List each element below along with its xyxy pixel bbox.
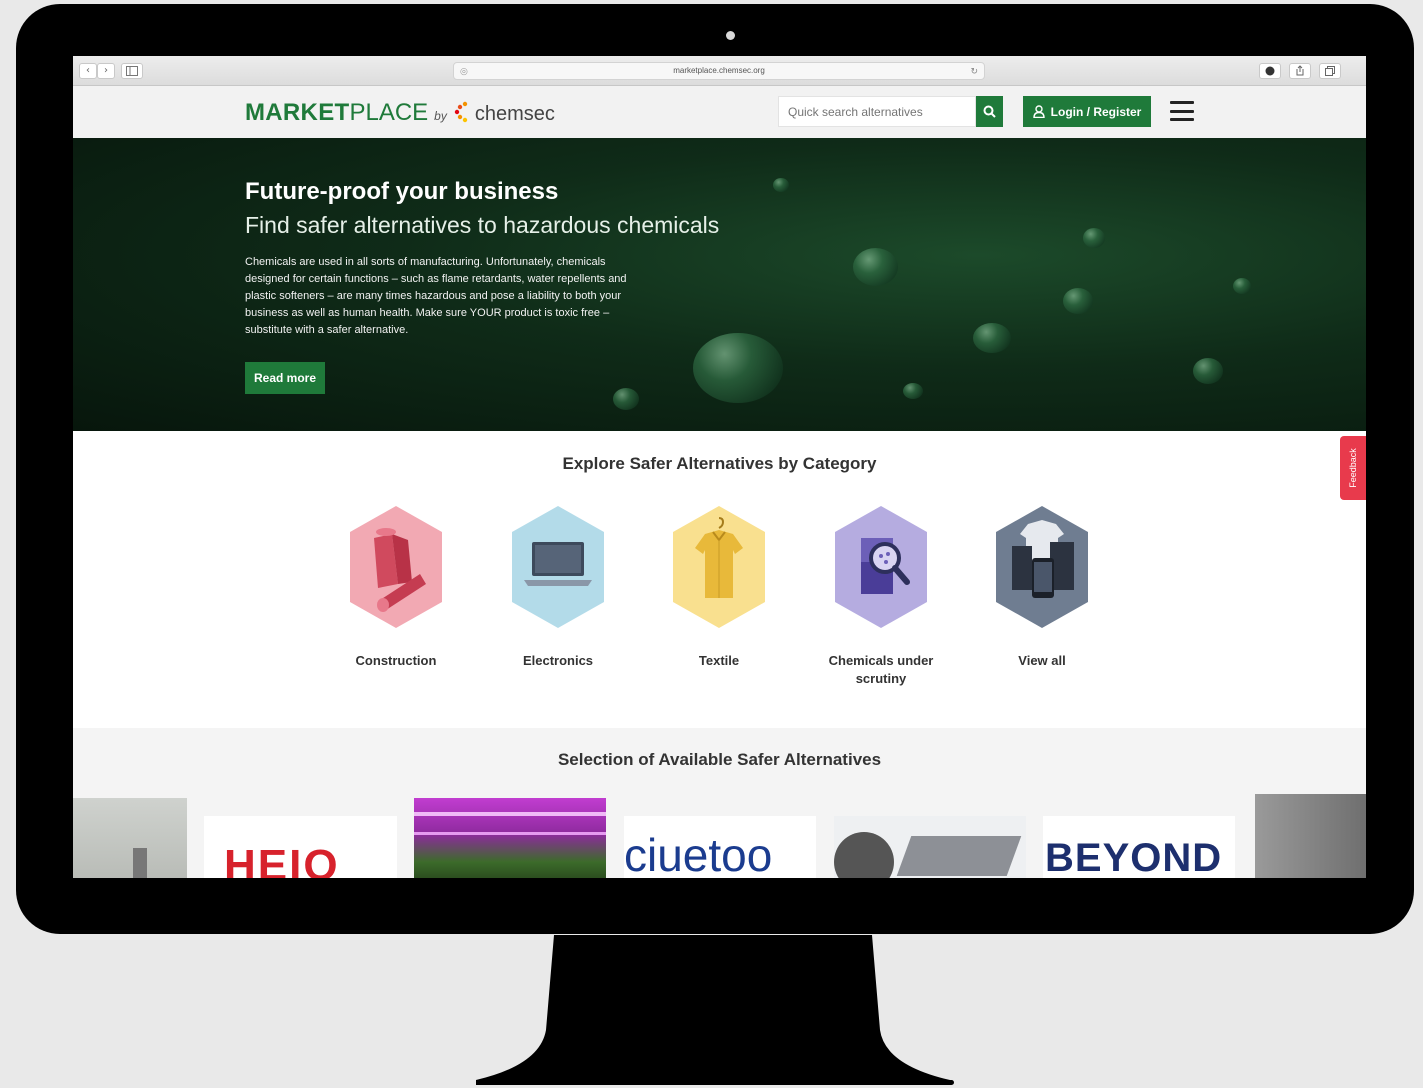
- water-drop-decoration: [903, 383, 923, 399]
- product-image: [133, 848, 147, 878]
- logo-market-text: MARKET: [245, 99, 350, 126]
- login-label: Login / Register: [1050, 104, 1142, 119]
- search-icon: [983, 105, 996, 118]
- read-more-button[interactable]: Read more: [245, 362, 325, 394]
- category-textile[interactable]: Textile: [644, 504, 794, 670]
- forward-button[interactable]: ›: [97, 63, 115, 79]
- alternative-tile[interactable]: [1255, 794, 1366, 878]
- water-drop-decoration: [693, 333, 783, 403]
- category-label: Chemicals under scrutiny: [828, 653, 934, 686]
- alternative-tile-greenhouse[interactable]: [414, 798, 606, 878]
- share-icon: [1296, 65, 1304, 76]
- alternative-tile-heiq[interactable]: HEIQ: [204, 816, 397, 878]
- category-view-all[interactable]: View all: [967, 504, 1117, 670]
- camera-dot: [726, 31, 735, 40]
- all-categories-icon: [996, 506, 1088, 628]
- shield-icon: [1265, 66, 1275, 76]
- hero-title: Future-proof your business: [245, 178, 559, 205]
- search-button[interactable]: [976, 96, 1003, 127]
- logo-chemsec-text: chemsec: [474, 103, 555, 125]
- site-header: MARKET PLACE by chemsec Login / Register: [73, 86, 1366, 138]
- category-label: Textile: [698, 653, 740, 668]
- tabs-icon: [1325, 66, 1335, 76]
- water-drop-decoration: [973, 323, 1011, 353]
- hero-subtitle: Find safer alternatives to hazardous che…: [245, 212, 720, 238]
- water-drop-decoration: [1233, 278, 1251, 294]
- category-electronics[interactable]: Electronics: [483, 504, 633, 670]
- feedback-label: Feedback: [1348, 448, 1358, 488]
- category-chemicals-under-scrutiny[interactable]: Chemicals under scrutiny: [806, 504, 956, 688]
- login-register-button[interactable]: Login / Register: [1023, 96, 1151, 127]
- alternatives-section: Selection of Available Safer Alternative…: [73, 728, 1366, 878]
- reload-icon[interactable]: ↻: [970, 63, 978, 79]
- category-label: Electronics: [522, 653, 594, 668]
- water-drop-decoration: [1193, 358, 1223, 384]
- alternative-tile-ciuetoo[interactable]: ciuetoo: [624, 816, 816, 878]
- browser-toolbar: ‹ › ◎ marketplace.chemsec.org ↻: [73, 56, 1366, 86]
- ciuetoo-logo-text: ciuetoo: [624, 829, 773, 878]
- extension-button[interactable]: [1259, 63, 1281, 79]
- sidebar-toggle-button[interactable]: [121, 63, 143, 79]
- product-image: [834, 832, 894, 878]
- share-button[interactable]: [1289, 63, 1311, 79]
- logo-by-text: by: [434, 109, 447, 123]
- categories-heading: Explore Safer Alternatives by Category: [562, 454, 877, 473]
- monitor-base: [476, 1080, 954, 1085]
- laptop-icon: [512, 506, 604, 628]
- category-label: View all: [1018, 653, 1066, 668]
- water-drop-decoration: [853, 248, 898, 286]
- heiq-logo-text: HEIQ: [224, 841, 340, 879]
- category-construction[interactable]: Construction: [321, 504, 471, 670]
- monitor-stand: [476, 935, 950, 1085]
- chemsec-logo-icon: [454, 101, 468, 123]
- magnifier-beaker-icon: [835, 506, 927, 628]
- tabs-button[interactable]: [1319, 63, 1341, 79]
- sidebar-icon: [126, 66, 138, 76]
- logo-place-text: PLACE: [349, 99, 429, 126]
- feedback-tab[interactable]: Feedback: [1340, 436, 1366, 500]
- alternative-tile[interactable]: [73, 798, 187, 878]
- search-input[interactable]: [778, 96, 976, 127]
- beyond-logo-text: BEYOND: [1045, 836, 1223, 878]
- shirt-icon: [673, 506, 765, 628]
- grow-light: [414, 832, 606, 835]
- privacy-icon: ◎: [460, 66, 468, 76]
- construction-materials-icon: [350, 506, 442, 628]
- water-drop-decoration: [613, 388, 639, 410]
- product-image: [896, 836, 1022, 876]
- hamburger-menu-icon[interactable]: [1170, 99, 1194, 123]
- url-text: marketplace.chemsec.org: [673, 66, 765, 75]
- hero-banner: Future-proof your business Find safer al…: [73, 138, 1366, 431]
- category-label: Construction: [355, 653, 437, 668]
- address-bar[interactable]: ◎ marketplace.chemsec.org ↻: [453, 62, 985, 80]
- user-icon: [1032, 105, 1045, 118]
- alternative-tile-beyond[interactable]: BEYOND: [1043, 816, 1235, 878]
- alternatives-heading: Selection of Available Safer Alternative…: [557, 750, 882, 769]
- water-drop-decoration: [1083, 228, 1105, 248]
- marketplace-logo[interactable]: MARKET PLACE by chemsec: [245, 98, 555, 128]
- alternative-tile-rolls[interactable]: [834, 816, 1026, 878]
- browser-screen: ‹ › ◎ marketplace.chemsec.org ↻ MARKET P…: [73, 56, 1366, 878]
- hero-description: Chemicals are used in all sorts of manuf…: [245, 256, 627, 336]
- water-drop-decoration: [773, 178, 789, 192]
- water-drop-decoration: [1063, 288, 1093, 314]
- back-button[interactable]: ‹: [79, 63, 97, 79]
- grow-light: [414, 812, 606, 816]
